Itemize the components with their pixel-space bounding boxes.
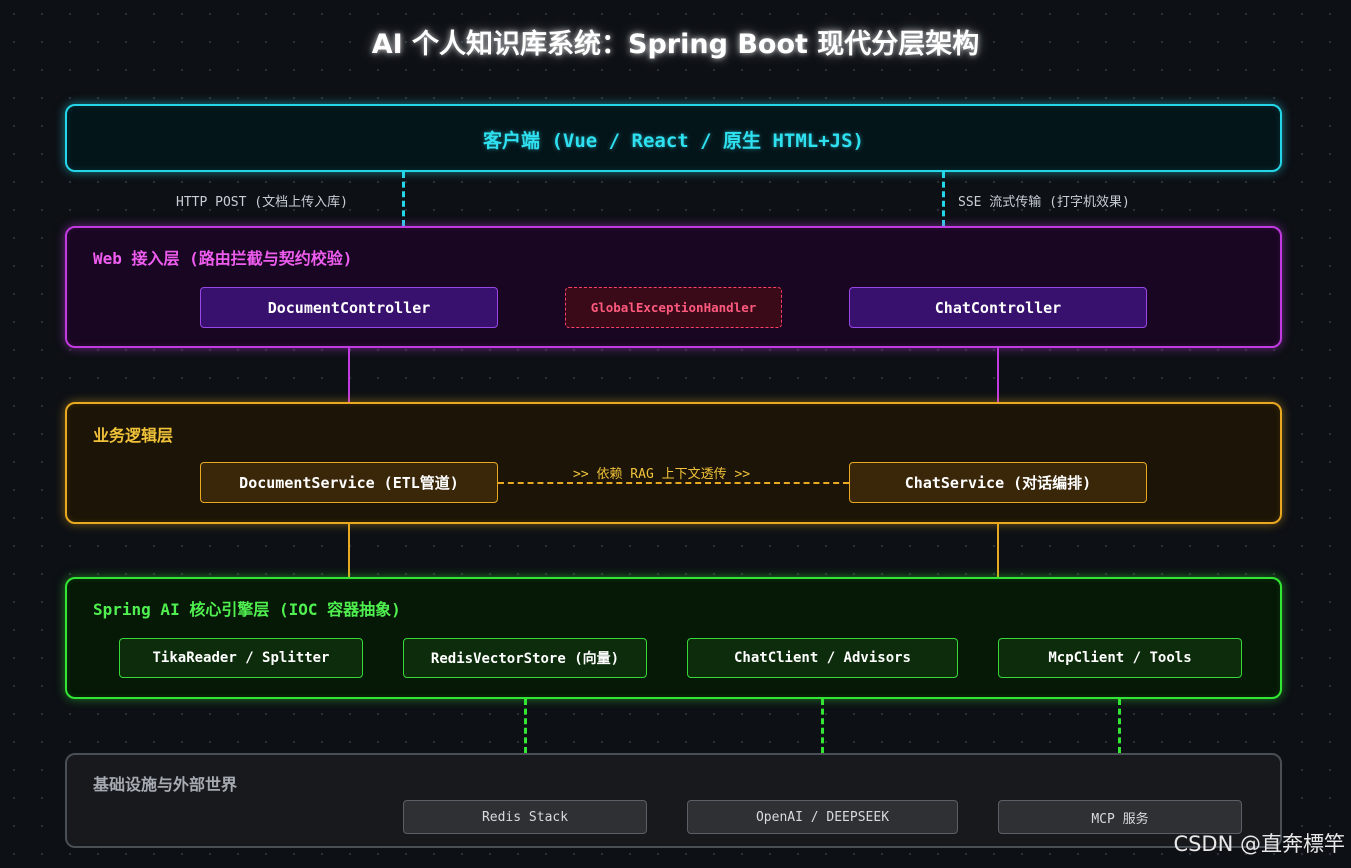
client-label: 客户端 (Vue / React / 原生 HTML+JS) xyxy=(483,130,864,152)
http-post-label: HTTP POST (文档上传入库) xyxy=(176,195,348,210)
sse-label: SSE 流式传输 (打字机效果) xyxy=(958,195,1130,210)
connector-client-web-right xyxy=(942,172,945,226)
document-service-node[interactable]: DocumentService (ETL管道) xyxy=(200,462,498,503)
business-layer-title: 业务逻辑层 xyxy=(93,426,174,445)
openai-deepseek-node[interactable]: OpenAI / DEEPSEEK xyxy=(687,800,958,834)
tika-reader-node[interactable]: TikaReader / Splitter xyxy=(119,638,363,678)
global-exception-handler-node[interactable]: GlobalExceptionHandler xyxy=(565,287,782,328)
connector-web-biz-right xyxy=(997,348,999,402)
connector-biz-spring-left xyxy=(348,524,350,577)
chat-client-node[interactable]: ChatClient / Advisors xyxy=(687,638,958,678)
chat-service-node[interactable]: ChatService (对话编排) xyxy=(849,462,1147,503)
chat-controller-node[interactable]: ChatController xyxy=(849,287,1147,328)
diagram-title: AI 个人知识库系统：Spring Boot 现代分层架构 xyxy=(371,29,980,60)
connector-web-biz-left xyxy=(348,348,350,402)
spring-ai-layer-title: Spring AI 核心引擎层 (IOC 容器抽象) xyxy=(93,600,401,619)
redis-vector-store-node[interactable]: RedisVectorStore (向量) xyxy=(403,638,647,678)
connector-spring-infra-3 xyxy=(1118,699,1121,753)
mcp-client-node[interactable]: McpClient / Tools xyxy=(998,638,1242,678)
connector-spring-infra-2 xyxy=(821,699,824,753)
connector-biz-spring-right xyxy=(997,524,999,577)
rag-dependency-link xyxy=(498,482,849,484)
connector-client-web-left xyxy=(402,172,405,226)
redis-stack-node[interactable]: Redis Stack xyxy=(403,800,647,834)
rag-dependency-label: >> 依赖 RAG 上下文透传 >> xyxy=(573,467,751,482)
infrastructure-layer-title: 基础设施与外部世界 xyxy=(93,775,238,794)
document-controller-node[interactable]: DocumentController xyxy=(200,287,498,328)
connector-spring-infra-1 xyxy=(524,699,527,753)
client-layer: 客户端 (Vue / React / 原生 HTML+JS) xyxy=(65,104,1282,172)
csdn-watermark: CSDN @直奔標竿 xyxy=(1173,832,1345,856)
web-layer-title: Web 接入层 (路由拦截与契约校验) xyxy=(93,249,353,268)
